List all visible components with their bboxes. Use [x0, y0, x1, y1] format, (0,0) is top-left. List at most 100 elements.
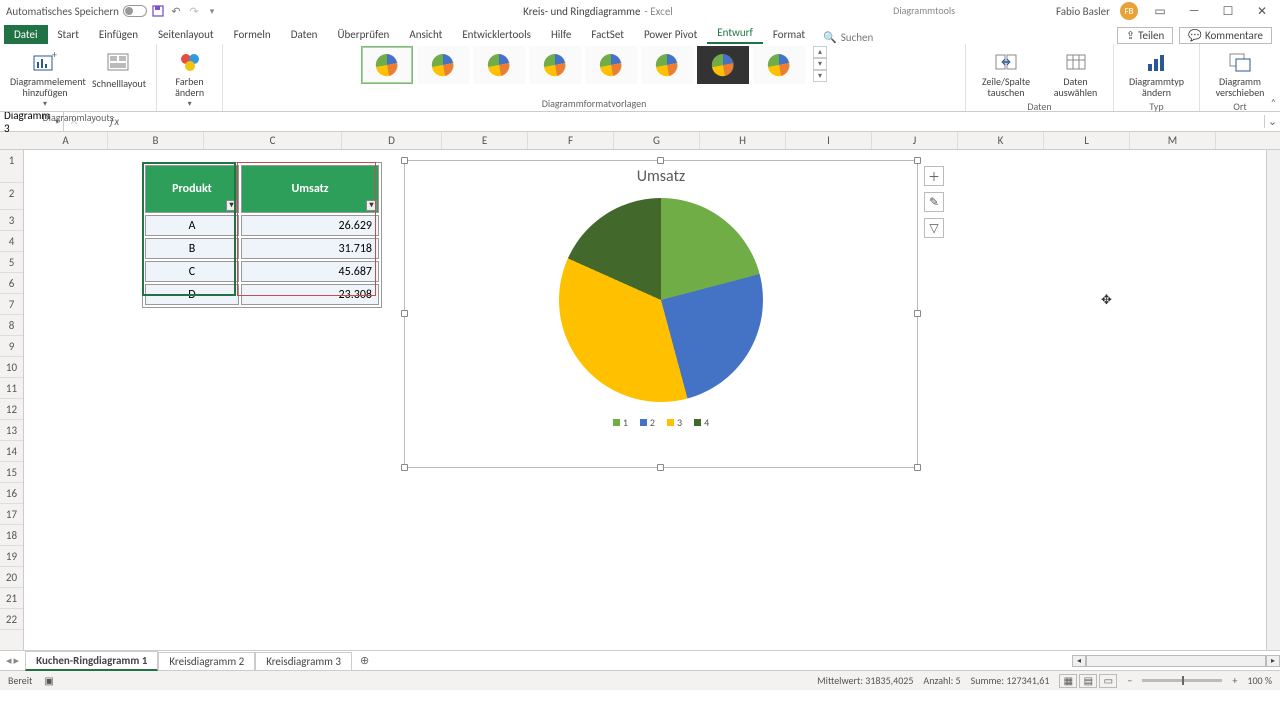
- column-header[interactable]: C: [204, 132, 342, 149]
- autosave-toggle[interactable]: [123, 5, 147, 17]
- chart-style-thumb[interactable]: [585, 46, 637, 84]
- legend-item[interactable]: 4: [694, 416, 709, 429]
- share-button[interactable]: ⇪Teilen: [1117, 27, 1173, 44]
- tab-hilfe[interactable]: Hilfe: [541, 25, 581, 44]
- change-colors-button[interactable]: Farben ändern ▾: [163, 46, 216, 111]
- tab-daten[interactable]: Daten: [281, 25, 328, 44]
- collapse-ribbon-icon[interactable]: ˄: [1271, 96, 1276, 109]
- chart-object[interactable]: Umsatz 1234: [404, 160, 918, 468]
- table-row[interactable]: A26.629: [145, 215, 379, 236]
- resize-handle[interactable]: [657, 464, 664, 471]
- filter-icon[interactable]: ▾: [366, 200, 377, 211]
- close-icon[interactable]: ✕: [1250, 2, 1274, 20]
- row-header[interactable]: 18: [0, 525, 23, 546]
- zoom-in-icon[interactable]: +: [1232, 674, 1237, 687]
- comments-button[interactable]: 💬Kommentare: [1179, 27, 1272, 44]
- tab-start[interactable]: Start: [48, 25, 89, 44]
- tab-entwicklertools[interactable]: Entwicklertools: [452, 25, 541, 44]
- chart-style-thumb[interactable]: [753, 46, 805, 84]
- view-normal-icon[interactable]: ▦: [1059, 674, 1077, 688]
- spreadsheet-grid[interactable]: 12345678910111213141516171819202122 Prod…: [0, 150, 1280, 650]
- row-header[interactable]: 17: [0, 504, 23, 525]
- column-header[interactable]: A: [24, 132, 108, 149]
- column-header[interactable]: F: [528, 132, 614, 149]
- table-row[interactable]: B31.718: [145, 238, 379, 259]
- tab-überprüfen[interactable]: Überprüfen: [327, 25, 399, 44]
- sheet-nav-prev-icon[interactable]: ◂: [6, 654, 12, 667]
- column-header[interactable]: B: [108, 132, 204, 149]
- column-header[interactable]: M: [1130, 132, 1216, 149]
- column-header[interactable]: D: [342, 132, 442, 149]
- row-header[interactable]: 11: [0, 378, 23, 399]
- tab-ansicht[interactable]: Ansicht: [399, 25, 452, 44]
- row-header[interactable]: 19: [0, 546, 23, 567]
- view-page-layout-icon[interactable]: ▤: [1079, 674, 1097, 688]
- legend-item[interactable]: 2: [640, 416, 655, 429]
- row-header[interactable]: 8: [0, 315, 23, 336]
- legend-item[interactable]: 3: [667, 416, 682, 429]
- tab-formeln[interactable]: Formeln: [224, 25, 281, 44]
- zoom-out-icon[interactable]: −: [1127, 674, 1132, 687]
- chart-legend[interactable]: 1234: [405, 416, 917, 429]
- tell-me-search[interactable]: 🔍 Suchen: [823, 31, 873, 44]
- pie-chart[interactable]: [559, 198, 763, 402]
- ribbon-display-options-icon[interactable]: ▭: [1148, 2, 1172, 20]
- row-header[interactable]: 5: [0, 252, 23, 273]
- row-header[interactable]: 1: [0, 150, 23, 183]
- chart-elements-button[interactable]: ＋: [924, 166, 944, 186]
- qat-customize-icon[interactable]: ▾: [205, 4, 219, 18]
- row-header[interactable]: 3: [0, 210, 23, 231]
- undo-icon[interactable]: ↶: [169, 4, 183, 18]
- column-header[interactable]: H: [700, 132, 786, 149]
- chart-style-thumb[interactable]: [529, 46, 581, 84]
- row-header[interactable]: 12: [0, 399, 23, 420]
- tab-einfügen[interactable]: Einfügen: [89, 25, 148, 44]
- tab-format[interactable]: Format: [763, 25, 815, 44]
- view-page-break-icon[interactable]: ▭: [1099, 674, 1117, 688]
- column-header[interactable]: K: [958, 132, 1044, 149]
- row-header[interactable]: 21: [0, 588, 23, 609]
- row-header[interactable]: 14: [0, 441, 23, 462]
- hscroll-left-icon[interactable]: ◂: [1072, 655, 1086, 667]
- sheet-nav-next-icon[interactable]: ▸: [14, 654, 20, 667]
- resize-handle[interactable]: [401, 310, 408, 317]
- chart-styles-button[interactable]: ✎: [924, 192, 944, 212]
- tab-seitenlayout[interactable]: Seitenlayout: [148, 25, 224, 44]
- table-row[interactable]: D23.308: [145, 284, 379, 305]
- column-header[interactable]: J: [872, 132, 958, 149]
- sheet-tab[interactable]: Kreisdiagramm 3: [255, 652, 352, 670]
- header-value[interactable]: Umsatz▾: [241, 165, 379, 213]
- row-header[interactable]: 7: [0, 294, 23, 315]
- row-header[interactable]: 6: [0, 273, 23, 294]
- row-header[interactable]: 2: [0, 183, 23, 210]
- resize-handle[interactable]: [914, 157, 921, 164]
- gallery-scroll-btn[interactable]: ▾: [813, 70, 827, 82]
- redo-icon[interactable]: ↷: [187, 4, 201, 18]
- vertical-scrollbar[interactable]: [1266, 150, 1280, 650]
- chart-title[interactable]: Umsatz: [405, 161, 917, 186]
- tab-power pivot[interactable]: Power Pivot: [634, 25, 707, 44]
- tab-factset[interactable]: FactSet: [581, 25, 634, 44]
- horizontal-scrollbar[interactable]: [1086, 655, 1266, 667]
- row-header[interactable]: 16: [0, 483, 23, 504]
- avatar[interactable]: FB: [1120, 2, 1138, 20]
- row-header[interactable]: 10: [0, 357, 23, 378]
- tab-file[interactable]: Datei: [4, 25, 48, 44]
- zoom-level[interactable]: 100 %: [1247, 674, 1272, 687]
- resize-handle[interactable]: [657, 157, 664, 164]
- chart-style-thumb[interactable]: [697, 46, 749, 84]
- row-header[interactable]: 9: [0, 336, 23, 357]
- chart-style-thumb[interactable]: [417, 46, 469, 84]
- add-chart-element-button[interactable]: + Diagrammelement hinzufügen ▾: [6, 46, 84, 111]
- row-header[interactable]: 4: [0, 231, 23, 252]
- header-product[interactable]: Produkt▾: [145, 165, 239, 213]
- column-header[interactable]: I: [786, 132, 872, 149]
- column-header[interactable]: E: [442, 132, 528, 149]
- row-header[interactable]: 20: [0, 567, 23, 588]
- minimize-icon[interactable]: —: [1182, 2, 1206, 20]
- resize-handle[interactable]: [401, 464, 408, 471]
- filter-icon[interactable]: ▾: [226, 200, 237, 211]
- column-header[interactable]: G: [614, 132, 700, 149]
- hscroll-right-icon[interactable]: ▸: [1266, 655, 1280, 667]
- resize-handle[interactable]: [914, 464, 921, 471]
